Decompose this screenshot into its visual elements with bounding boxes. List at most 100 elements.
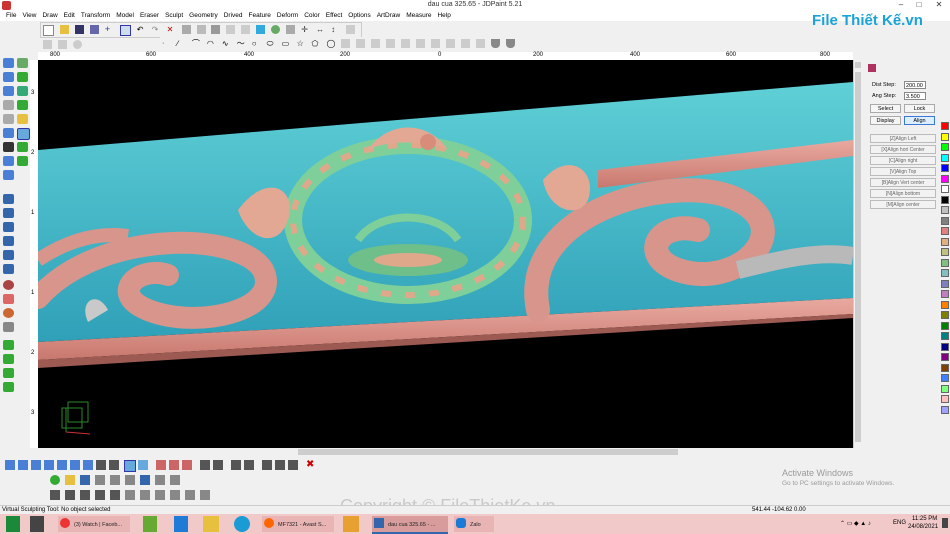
chamfer-icon[interactable]	[446, 39, 456, 48]
menu-help[interactable]: Help	[434, 11, 453, 21]
scroll-thumb[interactable]	[298, 449, 678, 455]
undo-icon[interactable]: ↶	[137, 25, 146, 34]
break-icon[interactable]	[401, 39, 411, 48]
pencil-icon[interactable]	[3, 222, 14, 232]
menu-model[interactable]: Model	[113, 11, 137, 21]
menu-sculpt[interactable]: Sculpt	[162, 11, 186, 21]
rotate-view-icon[interactable]	[3, 128, 14, 138]
grid-small-icon[interactable]	[140, 490, 150, 500]
paste-icon[interactable]	[211, 25, 221, 34]
crosshair-icon[interactable]: +	[105, 25, 114, 34]
rotate-small-icon[interactable]	[65, 490, 75, 500]
new-file-icon[interactable]	[43, 25, 54, 36]
ellipse-icon[interactable]: ⬭	[267, 39, 276, 48]
loop-tool-icon[interactable]	[70, 460, 80, 470]
boot-b-icon[interactable]	[213, 460, 223, 470]
node-tool-icon[interactable]	[17, 72, 28, 82]
node-edit-icon[interactable]	[341, 39, 351, 48]
split-icon[interactable]	[275, 460, 285, 470]
menu-geometry[interactable]: Geometry	[186, 11, 221, 21]
layers-icon[interactable]	[155, 475, 165, 485]
file-explorer-icon[interactable]	[203, 516, 219, 532]
select-box-icon[interactable]	[119, 25, 131, 36]
extend-icon[interactable]	[371, 39, 381, 48]
align-left-button[interactable]: [Z]Align Left	[870, 134, 936, 143]
point-icon[interactable]: ·	[162, 39, 171, 48]
taskbar-item-jdpaint[interactable]: dau cua 325.65 - ...	[372, 516, 448, 534]
select-button[interactable]: Select	[870, 104, 901, 113]
zoom-in-icon[interactable]	[3, 58, 14, 68]
align-hori-center-button[interactable]: [X]Align hori Center	[870, 145, 936, 154]
eraser-icon[interactable]	[3, 280, 14, 290]
ungroup-icon[interactable]	[241, 25, 251, 34]
cone-icon[interactable]	[3, 308, 14, 318]
menu-edit[interactable]: Edit	[61, 11, 78, 21]
taskbar-item-zalo[interactable]: Zalo	[454, 516, 494, 532]
color-swatch[interactable]	[941, 122, 949, 130]
align-vert-center-button[interactable]: [B]Align Vert center	[870, 178, 936, 187]
bucket-icon[interactable]	[3, 264, 14, 274]
cube-icon[interactable]	[80, 475, 90, 485]
polyline-icon[interactable]: ⌒	[192, 39, 201, 48]
mirror-small-icon[interactable]	[80, 490, 90, 500]
color-swatch[interactable]	[941, 290, 949, 298]
line-icon[interactable]: ∕	[177, 39, 186, 48]
cut-icon[interactable]	[181, 25, 191, 34]
display-button[interactable]: Display	[870, 116, 901, 125]
menu-drived[interactable]: Drived	[221, 11, 246, 21]
mirror-icon[interactable]	[346, 25, 356, 34]
color-swatch[interactable]	[941, 195, 949, 204]
flip-small-icon[interactable]	[95, 490, 105, 500]
color-swatch[interactable]	[941, 342, 949, 351]
boot-a-icon[interactable]	[200, 460, 210, 470]
move-icon[interactable]: ✛	[301, 25, 310, 34]
star-icon[interactable]: ☆	[297, 39, 306, 48]
select-tool-icon[interactable]	[17, 58, 28, 68]
color-swatch[interactable]	[941, 384, 949, 393]
raise-icon[interactable]	[3, 354, 14, 364]
menu-color[interactable]: Color	[301, 11, 323, 21]
skew-small-icon[interactable]	[110, 490, 120, 500]
start-icon[interactable]	[6, 516, 20, 532]
view-reset-icon[interactable]	[3, 170, 14, 180]
shield-dark-icon[interactable]	[490, 39, 500, 48]
color-swatch[interactable]	[941, 237, 949, 246]
array-icon[interactable]	[43, 40, 52, 49]
view-front-icon[interactable]	[3, 156, 14, 166]
blend-icon[interactable]	[3, 382, 14, 392]
color-swatch[interactable]	[941, 311, 949, 319]
bezier-tool-icon[interactable]	[44, 460, 54, 470]
fillet-icon[interactable]	[431, 39, 441, 48]
color-swatch[interactable]	[941, 269, 949, 277]
color-swatch[interactable]	[941, 143, 949, 151]
language-indicator[interactable]: ENG	[893, 520, 906, 526]
cone-shape-icon[interactable]	[95, 475, 105, 485]
color-swatch[interactable]	[941, 164, 949, 172]
flatten-icon[interactable]	[3, 340, 14, 350]
notification-icon[interactable]	[942, 518, 948, 528]
trim-icon[interactable]	[356, 39, 366, 48]
menu-deform[interactable]: Deform	[274, 11, 301, 21]
color-swatch[interactable]	[941, 395, 949, 403]
diamond-icon[interactable]	[3, 294, 14, 304]
color-swatch[interactable]	[941, 353, 949, 361]
clock-time[interactable]: 11:25 PM	[912, 516, 937, 522]
join-icon[interactable]	[386, 39, 396, 48]
color-swatch[interactable]	[941, 363, 949, 372]
relief-tool-icon[interactable]	[17, 86, 28, 96]
color-swatch[interactable]	[941, 332, 949, 340]
color-swatch[interactable]	[941, 216, 949, 225]
trim-tool-icon[interactable]	[96, 460, 106, 470]
cylinder-icon[interactable]	[110, 475, 120, 485]
color-swatch[interactable]	[941, 248, 949, 256]
document-icon[interactable]	[140, 475, 150, 485]
align-button[interactable]: Align	[904, 116, 935, 125]
color-swatch[interactable]	[941, 321, 949, 330]
menu-options[interactable]: Options	[345, 11, 373, 21]
menu-measure[interactable]: Measure	[403, 11, 434, 21]
menu-eraser[interactable]: Eraser	[137, 11, 162, 21]
diamond-b-icon[interactable]	[169, 460, 179, 470]
copy-icon[interactable]	[196, 25, 206, 34]
color-swatch[interactable]	[941, 405, 949, 414]
scroll-thumb[interactable]	[855, 72, 861, 442]
